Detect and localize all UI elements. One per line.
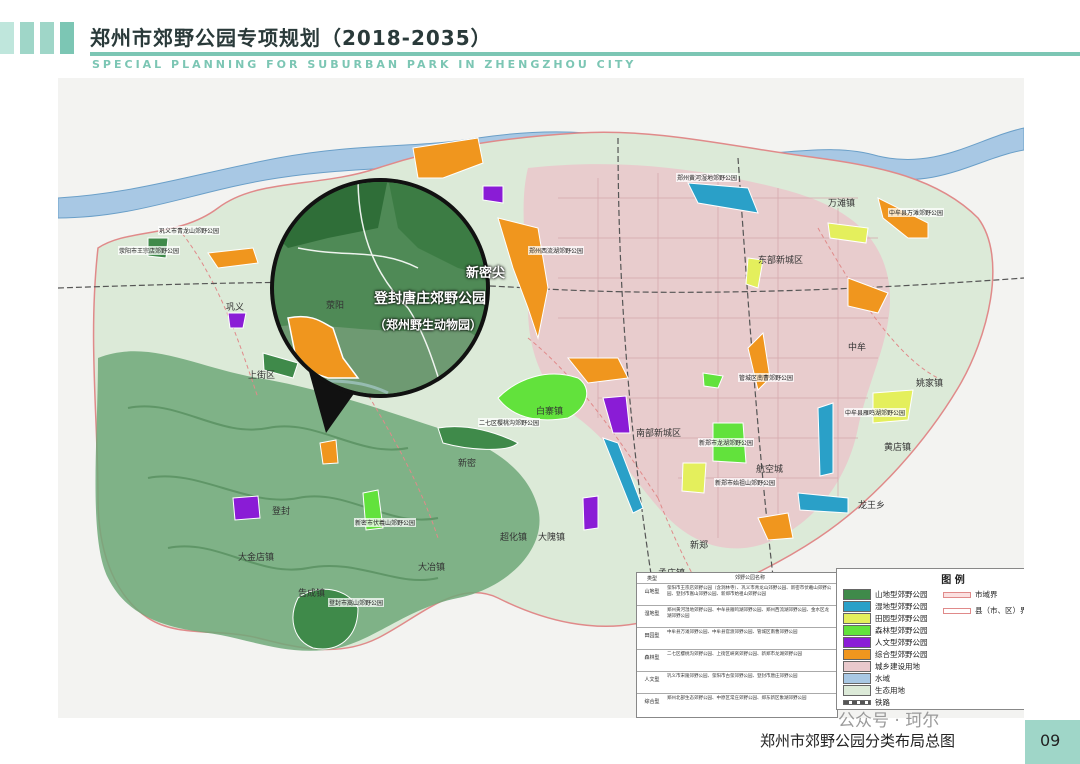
inset-place-label: 新密尖 — [466, 266, 506, 281]
legend-swatch — [843, 601, 871, 612]
park-label[interactable]: 郑州西流湖郊野公园 — [528, 246, 585, 255]
legend-item: 生态用地 — [843, 685, 905, 696]
park-label[interactable]: 郑州黄河湿地郊野公园 — [676, 173, 739, 182]
table-row: 山地型 荥阳市王宗店郊野公园（含洞林寺）、巩义市青龙山郊野公园、新密市伏羲山郊野… — [637, 583, 837, 606]
park-farmland — [872, 389, 914, 424]
place-label: 荥阳 — [326, 301, 345, 311]
legend-label: 生态用地 — [875, 686, 905, 695]
place-label: 超化镇 — [500, 533, 528, 543]
legend-title: 图 例 — [941, 575, 965, 586]
legend-item: 人文型郊野公园 — [843, 637, 928, 648]
legend-label: 综合型郊野公园 — [875, 650, 928, 659]
place-label: 新郑 — [690, 541, 709, 551]
park-label[interactable]: 新密市伏羲山郊野公园 — [354, 518, 417, 527]
place-label: 航空城 — [756, 465, 784, 475]
legend-swatch — [843, 625, 871, 636]
boundary-swatch — [943, 607, 971, 614]
park-comprehensive — [319, 439, 339, 465]
park-farmland — [681, 462, 707, 494]
legend-label: 湿地型郊野公园 — [875, 602, 928, 611]
park-label[interactable]: 中牟县雁鸣湖郊野公园 — [844, 408, 907, 417]
page-title: 郑州市郊野公园专项规划（2018-2035） — [90, 26, 492, 50]
park-wetland — [817, 402, 834, 477]
legend-item-municipal-boundary: 市域界 — [943, 589, 998, 600]
place-label: 东部新城区 — [758, 256, 804, 266]
header: 郑州市郊野公园专项规划（2018-2035） SPECIAL PLANNING … — [0, 0, 1080, 78]
table-row: 湿地型 郑州黄河湿地郊野公园、中牟县雁鸣湖郊野公园、郑州西流湖郊野公园、金水区龙… — [637, 605, 837, 628]
park-label[interactable]: 中牟县万滩郊野公园 — [888, 208, 945, 217]
table-row: 田园型 中牟县万滩郊野公园、中牟县官渡郊野公园、管城区南曹郊野公园 — [637, 627, 837, 650]
place-label: 大隗镇 — [538, 533, 566, 543]
legend-swatch — [843, 613, 871, 624]
place-label: 新密 — [458, 459, 477, 469]
park-cultural — [582, 495, 599, 531]
planning-map[interactable]: 巩义 荥阳 上街区 登封 新密 新郑 航空城 东部新城区 南部新城区 中牟 万滩… — [58, 78, 1024, 718]
legend-label: 人文型郊野公园 — [875, 638, 928, 647]
legend-item: 水域 — [843, 673, 890, 684]
map-legend: 图 例 山地型郊野公园 湿地型郊野公园 田园型郊野公园 森林型郊野公园 人文型郊野公园综… — [836, 568, 1024, 710]
inset-park-alt-name: （郑州野生动物园） — [374, 318, 483, 332]
legend-swatch — [843, 637, 871, 648]
place-label: 巩义 — [226, 303, 245, 313]
table-row: 森林型 二七区樱桃沟郊野公园、上街区峡窝郊野公园、新郑市龙湖郊野公园 — [637, 649, 837, 672]
header-divider — [90, 52, 1080, 56]
park-cultural — [232, 495, 261, 521]
legend-item: 山地型郊野公园 — [843, 589, 928, 600]
legend-swatch — [843, 673, 871, 684]
place-label: 告成镇 — [298, 589, 326, 599]
page-number: 09 — [1040, 731, 1061, 750]
place-label: 龙王乡 — [858, 501, 886, 511]
place-label: 姚家镇 — [916, 379, 944, 389]
table-row: 综合型 郑州北部生态郊野公园、中原区常庄郊野公园、郑东新区象湖郊野公园 — [637, 693, 837, 718]
legend-label: 水域 — [875, 674, 890, 683]
legend-item: 田园型郊野公园 — [843, 613, 928, 624]
legend-item: 城乡建设用地 — [843, 661, 920, 672]
park-cultural — [482, 185, 504, 204]
park-label[interactable]: 登封市嵩山郊野公园 — [328, 598, 385, 607]
place-label: 白寨镇 — [536, 407, 564, 417]
legend-swatch — [843, 589, 871, 600]
table-header: 类型 郊野公园名称 — [646, 575, 765, 582]
legend-item: 湿地型郊野公园 — [843, 601, 928, 612]
place-label: 登封 — [272, 507, 291, 517]
header-stripes — [0, 22, 74, 54]
legend-label: 森林型郊野公园 — [875, 626, 928, 635]
legend-item-county-boundary: 县（市、区）界 — [943, 605, 1024, 616]
watermark: 公众号 · 珂尔 — [838, 711, 940, 731]
legend-swatch — [843, 700, 871, 705]
legend-swatch — [843, 649, 871, 660]
inset-park-name: 登封唐庄郊野公园 — [374, 291, 486, 307]
place-label: 万滩镇 — [828, 199, 856, 209]
legend-item: 综合型郊野公园 — [843, 649, 928, 660]
boundary-swatch — [943, 591, 971, 598]
legend-label: 山地型郊野公园 — [875, 590, 928, 599]
place-label: 上街区 — [248, 371, 276, 381]
park-cultural — [227, 312, 247, 329]
park-label[interactable]: 巩义市青龙山郊野公园 — [158, 226, 221, 235]
park-label[interactable]: 管城区南曹郊野公园 — [738, 373, 795, 382]
park-label[interactable]: 新郑市龙湖郊野公园 — [698, 438, 755, 447]
park-label[interactable]: 二七区樱桃沟郊野公园 — [478, 418, 541, 427]
place-label: 大金店镇 — [238, 553, 275, 563]
park-label[interactable]: 新郑市始祖山郊野公园 — [714, 478, 777, 487]
classification-table: 类型 郊野公园名称 山地型 荥阳市王宗店郊野公园（含洞林寺）、巩义市青龙山郊野公… — [636, 572, 838, 718]
place-label: 南部新城区 — [636, 429, 682, 439]
page-subtitle: SPECIAL PLANNING FOR SUBURBAN PARK IN ZH… — [92, 58, 637, 71]
place-label: 大冶镇 — [418, 563, 446, 573]
legend-swatch — [843, 661, 871, 672]
legend-label: 城乡建设用地 — [875, 662, 920, 671]
map-title: 郑州市郊野公园分类布局总图 — [760, 732, 956, 750]
place-label: 中牟 — [848, 343, 867, 353]
park-label[interactable]: 荥阳市王宗店郊野公园 — [118, 246, 181, 255]
legend-item: 森林型郊野公园 — [843, 625, 928, 636]
table-row: 人文型 巩义市宋陵郊野公园、荥阳市古荥郊野公园、登封市唐庄郊野公园 — [637, 671, 837, 694]
legend-label: 田园型郊野公园 — [875, 614, 928, 623]
legend-swatch — [843, 685, 871, 696]
place-label: 黄店镇 — [884, 443, 912, 453]
